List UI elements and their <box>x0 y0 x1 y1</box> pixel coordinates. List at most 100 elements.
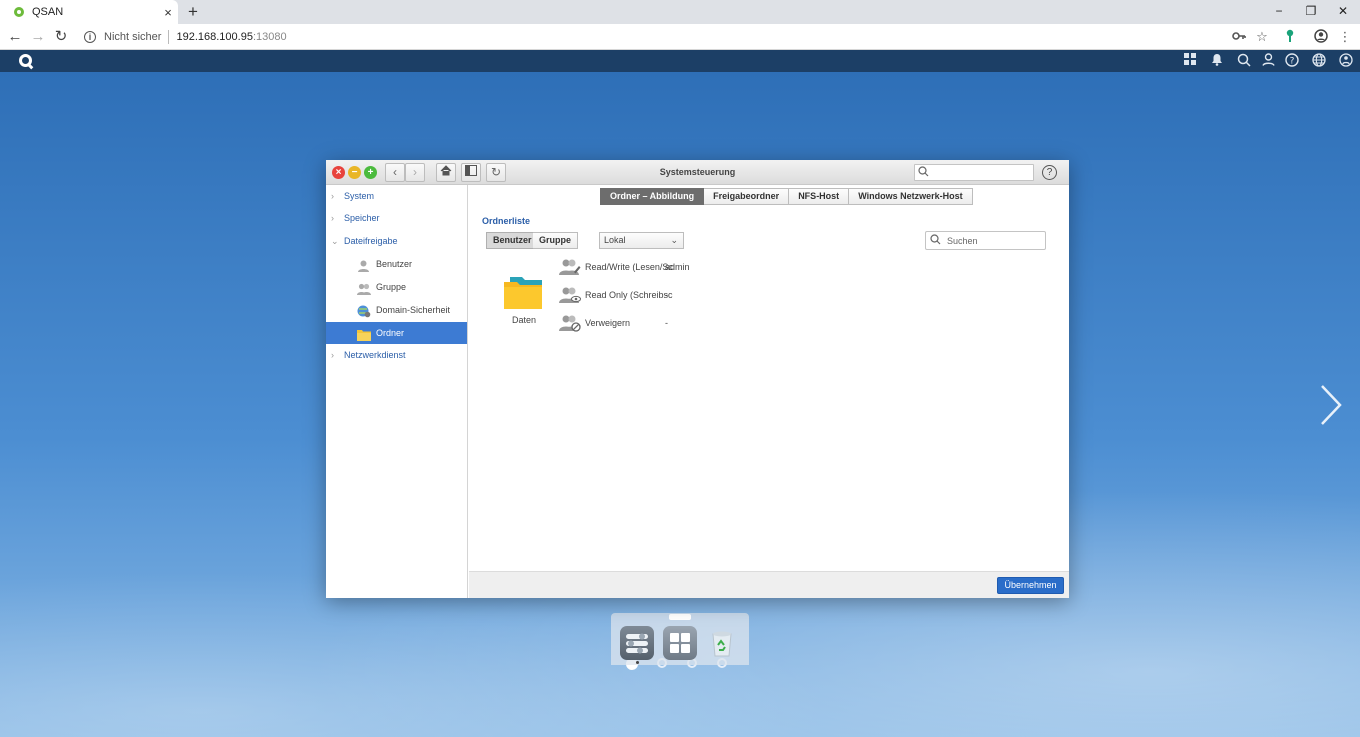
search-input[interactable]: Suchen <box>925 231 1046 250</box>
search-icon[interactable] <box>1236 53 1252 69</box>
chevron-right-icon: › <box>331 191 334 201</box>
sidebar-item-benutzer[interactable]: Benutzer <box>326 253 467 275</box>
permission-label: Verweigern <box>585 318 631 328</box>
permission-value: admin <box>665 262 690 272</box>
main-content: Ordnerliste Benutzer Gruppe Lokal ⌄ Such… <box>469 209 1069 571</box>
sidebar-item-label: System <box>344 191 375 201</box>
refresh-icon[interactable]: ↻ <box>486 163 506 182</box>
folder-icon <box>357 327 371 341</box>
chevron-right-icon: › <box>331 350 334 360</box>
page-title: Ordnerliste <box>482 216 531 226</box>
notification-bell-icon[interactable] <box>1209 53 1225 69</box>
permission-row-read-write[interactable]: Read/Write (Lesen/Sc admin <box>559 258 759 278</box>
window-search-input[interactable] <box>914 164 1034 181</box>
tab-bar: Ordner – Abbildung Freigabeordner NFS-Ho… <box>600 188 973 206</box>
window-restore-button[interactable]: ❐ <box>1294 0 1328 24</box>
control-panel-app-icon[interactable] <box>620 626 654 660</box>
user-icon <box>357 258 370 272</box>
tab-freigabeordner[interactable]: Freigabeordner <box>704 188 790 205</box>
source-select[interactable]: Lokal ⌄ <box>599 232 684 249</box>
permission-row-deny[interactable]: Verweigern - <box>559 314 759 334</box>
sidebar-item-gruppe[interactable]: Gruppe <box>326 276 467 298</box>
dock-handle[interactable] <box>669 614 691 620</box>
language-globe-icon[interactable] <box>1311 53 1327 69</box>
profile-icon[interactable] <box>1313 29 1329 45</box>
reload-icon[interactable]: ↻ <box>51 27 71 47</box>
sidebar: › System › Speicher ⌄ Dateifreigabe Benu… <box>326 185 468 598</box>
window-footer: Übernehmen <box>469 571 1069 598</box>
qsan-favicon-icon <box>14 7 24 17</box>
domain-globe-icon <box>357 304 371 318</box>
next-page-chevron-icon[interactable] <box>1318 382 1344 428</box>
power-user-icon[interactable] <box>1338 53 1354 69</box>
sidebar-item-label: Ordner <box>376 328 405 338</box>
window-close-button[interactable]: ✕ <box>1326 0 1360 24</box>
address-bar[interactable]: i Nicht sicher 192.168.100.95 :13080 <box>78 27 1218 47</box>
app-center-icon[interactable] <box>663 626 697 660</box>
sidebar-item-domain-sicherheit[interactable]: Domain-Sicherheit <box>326 299 467 321</box>
nas-top-bar: ? <box>0 50 1360 72</box>
home-icon[interactable] <box>436 163 456 182</box>
tab-windows-netzwerk-host[interactable]: Windows Netzwerk-Host <box>849 188 973 205</box>
svg-text:?: ? <box>1290 57 1295 67</box>
browser-toolbar: ← → ↻ i Nicht sicher 192.168.100.95 :130… <box>0 24 1360 50</box>
users-read-icon <box>559 286 581 304</box>
sidebar-item-label: Dateifreigabe <box>344 236 398 246</box>
sidebar-item-dateifreigabe[interactable]: ⌄ Dateifreigabe <box>326 230 467 252</box>
tab-nfs-host[interactable]: NFS-Host <box>789 188 850 205</box>
info-icon[interactable]: i <box>84 31 96 43</box>
folder-label: Daten <box>511 315 537 325</box>
bookmark-star-icon[interactable]: ☆ <box>1254 29 1270 45</box>
minimize-window-icon[interactable]: − <box>348 166 361 179</box>
sidebar-item-label: Domain-Sicherheit <box>376 305 451 315</box>
window-minimize-button[interactable]: − <box>1262 0 1296 24</box>
help-icon[interactable]: ? <box>1284 53 1300 69</box>
browser-tab[interactable]: QSAN × <box>0 0 178 24</box>
browser-tab-strip: QSAN × + − ❐ ✕ <box>0 0 1360 24</box>
qsan-logo-icon[interactable] <box>19 54 32 67</box>
search-icon <box>918 166 929 180</box>
sidebar-toggle-icon[interactable] <box>461 163 481 182</box>
sidebar-item-label: Netzwerkdienst <box>344 350 406 360</box>
maximize-window-icon[interactable]: + <box>364 166 377 179</box>
sidebar-item-ordner[interactable]: Ordner <box>326 322 467 344</box>
tab-close-icon[interactable]: × <box>158 5 178 20</box>
extension-icon[interactable] <box>1282 29 1298 45</box>
security-label: Nicht sicher <box>104 31 162 43</box>
users-deny-icon <box>559 314 581 332</box>
systemsteuerung-window: × − + ‹ › ↻ Systemsteuerung ? › System ›… <box>326 160 1069 598</box>
key-icon[interactable] <box>1231 29 1247 45</box>
search-placeholder: Suchen <box>947 236 978 246</box>
close-window-icon[interactable]: × <box>332 166 345 179</box>
apply-button[interactable]: Übernehmen <box>997 577 1064 594</box>
sidebar-item-speicher[interactable]: › Speicher <box>326 207 467 229</box>
chevron-down-icon: ⌄ <box>331 236 339 246</box>
new-tab-button[interactable]: + <box>183 2 203 22</box>
tab-title: QSAN <box>32 6 64 18</box>
running-indicator <box>636 661 639 664</box>
select-value: Lokal <box>604 235 626 245</box>
folder-icon[interactable] <box>504 275 544 309</box>
apps-grid-icon[interactable] <box>1182 53 1198 69</box>
sidebar-item-label: Benutzer <box>376 259 413 269</box>
sidebar-item-netzwerkdienst[interactable]: › Netzwerkdienst <box>326 344 467 366</box>
window-help-icon[interactable]: ? <box>1042 165 1057 180</box>
tab-ordner-abbildung[interactable]: Ordner – Abbildung <box>600 188 705 205</box>
forward-chevron-icon[interactable]: › <box>405 163 425 182</box>
window-titlebar[interactable]: × − + ‹ › ↻ Systemsteuerung ? <box>326 160 1069 185</box>
menu-dots-icon[interactable]: ⋮ <box>1337 29 1353 45</box>
back-arrow-icon[interactable]: ← <box>5 27 25 47</box>
users-write-icon <box>559 258 581 276</box>
back-chevron-icon[interactable]: ‹ <box>385 163 405 182</box>
sidebar-item-system[interactable]: › System <box>326 185 467 207</box>
user-icon[interactable] <box>1260 53 1276 69</box>
permission-value: - <box>665 318 668 328</box>
permission-row-read-only[interactable]: Read Only (Schreibsc - <box>559 286 759 306</box>
sidebar-item-label: Gruppe <box>376 282 407 292</box>
gruppe-toggle-button[interactable]: Gruppe <box>533 232 579 249</box>
group-icon <box>357 281 371 295</box>
benutzer-toggle-button[interactable]: Benutzer <box>486 232 539 249</box>
search-icon <box>930 234 941 248</box>
recycle-bin-icon[interactable] <box>705 626 739 660</box>
forward-arrow-icon[interactable]: → <box>28 27 48 47</box>
